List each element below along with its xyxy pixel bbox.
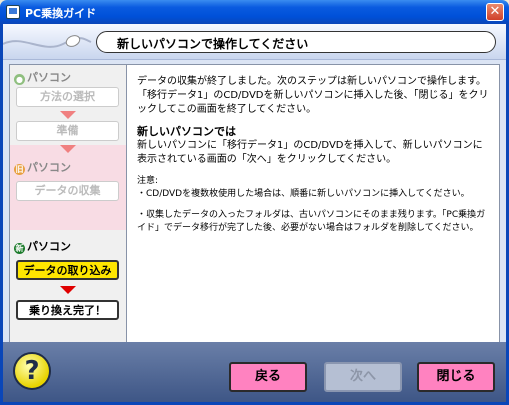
instruction-banner: 新しいパソコンで操作してください [96, 31, 496, 53]
step-complete: 乗り換え完了！ [16, 300, 119, 320]
message-paragraph: 新しいパソコンに「移行データ1」のCD/DVDを挿入して、新しいパソコンに表示さ… [137, 140, 483, 165]
message-paragraph: データの収集が終了しました。次のステップは新しいパソコンで操作します。「移行デー… [137, 76, 489, 115]
client-area: 新しいパソコンで操作してください ● パソコン 方法の選択 準備 旧パソコン デー… [3, 24, 506, 402]
header: 新しいパソコンで操作してください [3, 24, 506, 60]
step-prepare: 準備 [16, 121, 119, 141]
step-arrow-icon [60, 286, 76, 294]
pc-badge-icon: ● [14, 74, 25, 85]
new-pc-label: 新パソコン [14, 240, 71, 254]
step-sidebar: ● パソコン 方法の選択 準備 旧パソコン データの収集 新パソコン データの取り… [9, 64, 127, 364]
button-bar: ? 戻る 次へ 閉じる [3, 342, 506, 402]
app-icon [6, 5, 20, 19]
step-select-method: 方法の選択 [16, 87, 119, 107]
new-pc-badge-icon: 新 [14, 243, 25, 254]
window-frame: 新しいパソコンで操作してください ● パソコン 方法の選択 準備 旧パソコン デー… [0, 24, 509, 405]
old-pc-collect-label: 旧パソコン [14, 161, 71, 175]
message-panel: データの収集が終了しました。次のステップは新しいパソコンで操作します。「移行デー… [127, 64, 500, 364]
title-bar: PC乗換ガイド ✕ [0, 0, 509, 24]
step-arrow-icon [60, 111, 76, 119]
next-button: 次へ [324, 362, 402, 392]
old-pc-section: ● パソコン 方法の選択 準備 [10, 65, 126, 145]
old-pc-label: ● パソコン [14, 71, 71, 85]
window-title: PC乗換ガイド [25, 7, 97, 20]
note-item: ・収集したデータの入ったフォルダは、古いパソコンにそのまま残ります。「PC乗換ガ… [137, 210, 486, 233]
section-heading: 新しいパソコンでは [137, 125, 236, 138]
step-collect-data: データの収集 [16, 181, 119, 201]
step-arrow-icon [60, 145, 76, 153]
old-pc-badge-icon: 旧 [14, 164, 25, 175]
close-button[interactable]: 閉じる [417, 362, 495, 392]
collect-section: 旧パソコン データの収集 [10, 145, 126, 230]
note-item: ・CD/DVDを複数枚使用した場合は、順番に新しいパソコンに挿入してください。 [137, 189, 470, 199]
instruction-title: 新しいパソコンで操作してください [117, 37, 309, 51]
note-title: 注意: [137, 176, 159, 186]
back-button[interactable]: 戻る [229, 362, 307, 392]
close-window-button[interactable]: ✕ [486, 3, 504, 21]
step-import-data: データの取り込み [16, 260, 119, 280]
help-button[interactable]: ? [13, 352, 51, 390]
mouse-cable-icon [3, 35, 92, 48]
